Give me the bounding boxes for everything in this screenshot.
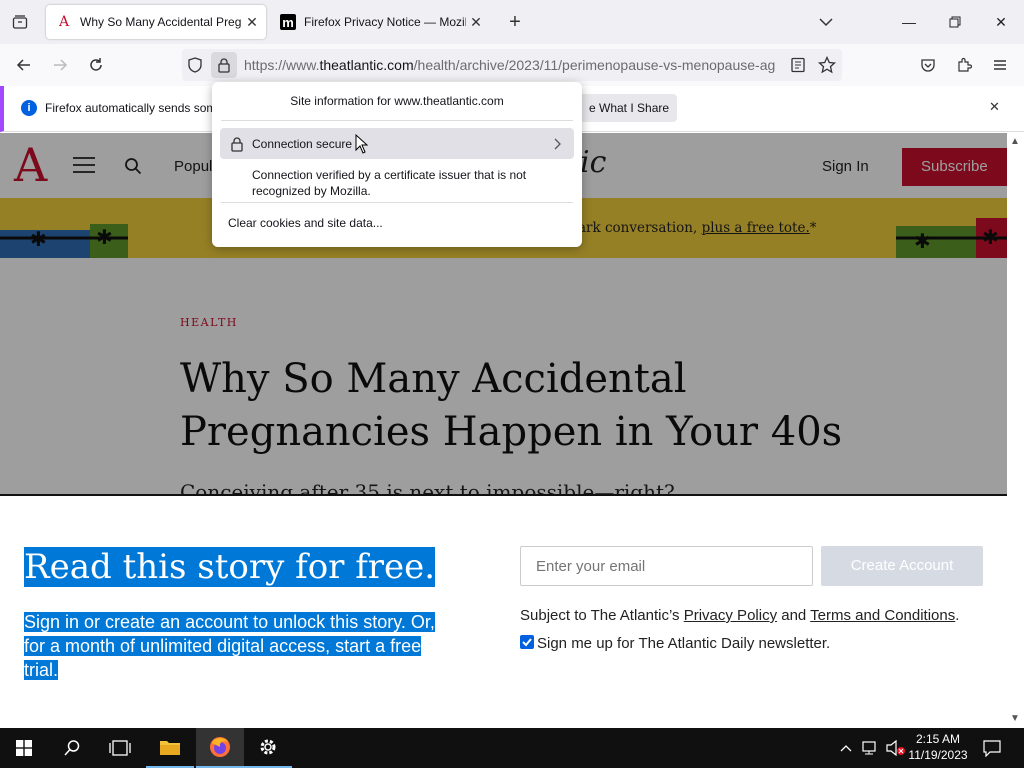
paywall-panel: Read this story for free. Sign in or cre… (0, 494, 1007, 728)
extensions-puzzle-icon[interactable] (949, 50, 979, 80)
tab-list-icon[interactable] (8, 12, 32, 32)
scroll-up-icon[interactable]: ▲ (1010, 136, 1020, 147)
newsletter-checkbox[interactable] (520, 635, 534, 649)
network-icon[interactable] (862, 740, 880, 756)
clock-date: 11/19/2023 (908, 748, 968, 762)
url-bar[interactable]: https://www.theatlantic.com/health/archi… (182, 49, 842, 81)
cursor-arrow-icon (355, 133, 369, 154)
certificate-verification-text: Connection verified by a certificate iss… (252, 168, 527, 198)
close-window-icon[interactable]: ✕ (978, 0, 1024, 44)
restore-icon[interactable] (932, 0, 978, 44)
clock-time: 2:15 AM (915, 732, 961, 746)
paywall-body: Sign in or create an account to unlock t… (24, 610, 435, 682)
windows-start-icon[interactable] (0, 728, 48, 768)
site-info-lock-icon[interactable] (211, 52, 237, 78)
connection-secure-row[interactable]: Connection secure (220, 128, 574, 159)
popup-divider (221, 202, 573, 203)
close-notification-icon[interactable]: ✕ (989, 99, 1000, 115)
tab-firefox-privacy[interactable]: m Firefox Privacy Notice — Mozill ✕ (270, 5, 490, 39)
reload-icon[interactable] (81, 50, 111, 80)
clock[interactable]: 2:15 AM 11/19/2023 (906, 731, 970, 763)
tab-bar: A Why So Many Accidental Pregn ✕ m Firef… (0, 0, 1024, 44)
show-hidden-icons-chevron-up-icon[interactable] (838, 740, 854, 756)
new-tab-icon[interactable]: + (503, 10, 527, 34)
search-icon[interactable] (48, 728, 96, 768)
notifications-icon[interactable] (982, 739, 1002, 758)
notification-text: Firefox automatically sends som (45, 101, 217, 115)
site-information-panel: Site information for www.theatlantic.com… (212, 82, 582, 247)
tab-title: Why So Many Accidental Pregn (80, 15, 242, 29)
close-tab-icon[interactable]: ✕ (242, 14, 262, 31)
atlantic-favicon-icon: A (58, 14, 70, 30)
settings-gear-icon[interactable] (244, 728, 292, 768)
body-line[interactable]: trial. (24, 660, 59, 680)
volume-muted-icon[interactable] (886, 739, 906, 757)
page-scrollbar[interactable]: ▲ ▼ (1007, 133, 1024, 728)
forward-icon[interactable] (45, 50, 75, 80)
popup-divider (221, 120, 573, 121)
url-text[interactable]: https://www.theatlantic.com/health/archi… (244, 57, 784, 73)
body-line[interactable]: for a month of unlimited digital access,… (24, 636, 422, 656)
mozilla-favicon-icon: m (280, 14, 296, 30)
navigation-toolbar: https://www.theatlantic.com/health/archi… (0, 44, 1024, 86)
newsletter-label[interactable]: Sign me up for The Atlantic Daily newsle… (537, 635, 830, 652)
scroll-down-icon[interactable]: ▼ (1010, 713, 1020, 724)
windows-taskbar: 2:15 AM 11/19/2023 (0, 728, 1024, 768)
chevron-down-icon[interactable] (814, 12, 838, 32)
create-account-button[interactable]: Create Account (821, 546, 983, 586)
chevron-right-icon (550, 136, 564, 152)
pocket-icon[interactable] (913, 50, 943, 80)
task-view-icon[interactable] (96, 728, 144, 768)
choose-what-i-share-button[interactable]: e What I Share (576, 94, 677, 122)
tab-atlantic[interactable]: A Why So Many Accidental Pregn ✕ (46, 5, 266, 39)
body-line[interactable]: Sign in or create an account to unlock t… (24, 612, 435, 632)
reader-view-icon[interactable] (790, 57, 806, 73)
email-field[interactable] (520, 546, 813, 586)
firefox-icon[interactable] (196, 728, 244, 768)
info-icon: i (21, 100, 37, 116)
back-icon[interactable] (9, 50, 39, 80)
terms-link[interactable]: Terms and Conditions (810, 607, 955, 624)
tab-title: Firefox Privacy Notice — Mozill (304, 15, 466, 29)
bookmark-star-icon[interactable] (817, 55, 837, 74)
connection-secure-label: Connection secure (252, 137, 353, 151)
minimize-icon[interactable]: — (886, 0, 932, 44)
privacy-policy-link[interactable]: Privacy Policy (684, 607, 777, 624)
file-explorer-icon[interactable] (146, 728, 194, 768)
clear-cookies-button[interactable]: Clear cookies and site data... (228, 216, 383, 230)
paywall-title: Read this story for free. (24, 547, 436, 587)
lock-icon (230, 136, 244, 152)
close-tab-icon[interactable]: ✕ (466, 14, 486, 31)
hamburger-menu-icon[interactable] (985, 50, 1015, 80)
tracking-protection-shield-icon[interactable] (186, 56, 206, 74)
popup-title: Site information for www.theatlantic.com (290, 94, 504, 108)
terms-text: Subject to The Atlantic’s Privacy Policy… (520, 607, 960, 624)
